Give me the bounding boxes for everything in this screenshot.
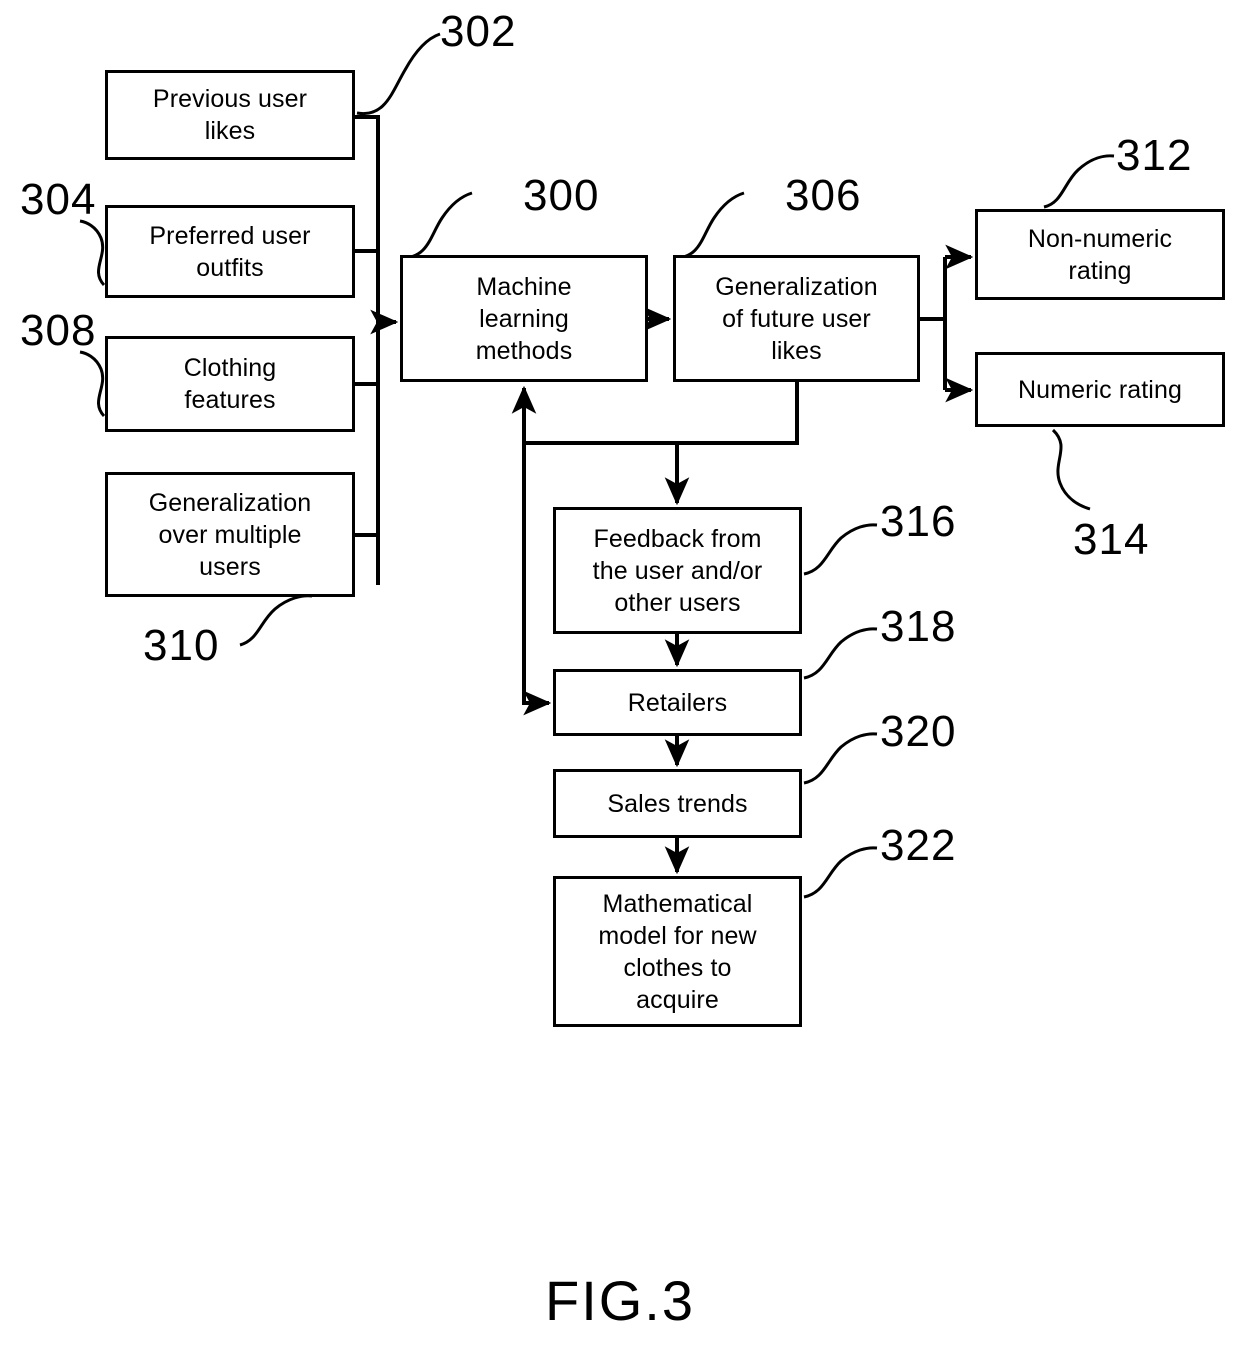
ref-numeral-304: 304 xyxy=(20,175,97,224)
leader-300 xyxy=(401,191,473,260)
box-previous-user-likes[interactable]: Previous user likes xyxy=(105,70,355,160)
leader-316 xyxy=(803,523,878,576)
box-mathematical-model[interactable]: Mathematical model for new clothes to ac… xyxy=(553,876,802,1027)
box-label-feedback-from-users: Feedback from the user and/or other user… xyxy=(592,524,763,617)
leader-306 xyxy=(674,191,745,260)
box-retailers[interactable]: Retailers xyxy=(553,669,802,736)
leader-302 xyxy=(356,32,441,116)
leader-322 xyxy=(803,846,878,899)
ref-numeral-318: 318 xyxy=(880,602,957,651)
leader-304 xyxy=(79,219,106,287)
box-label-retailers: Retailers xyxy=(627,688,728,717)
box-non-numeric-rating[interactable]: Non-numeric rating xyxy=(975,209,1225,300)
ref-numeral-314: 314 xyxy=(1073,515,1150,564)
ref-numeral-322: 322 xyxy=(880,821,957,870)
input-bus-trunk xyxy=(355,115,380,585)
ref-numeral-312: 312 xyxy=(1116,131,1193,180)
box-generalization-of-future-user-likes[interactable]: Generalization of future user likes xyxy=(673,255,920,382)
box-label-numeric-rating: Numeric rating xyxy=(1018,375,1182,404)
box-generalization-over-multiple-users[interactable]: Generalization over multiple users xyxy=(105,472,355,597)
box-label-previous-user-likes: Previous user likes xyxy=(152,85,308,145)
ref-numeral-310: 310 xyxy=(143,621,220,670)
box-machine-learning-methods[interactable]: Machine learning methods xyxy=(400,255,648,382)
box-preferred-user-outfits[interactable]: Preferred user outfits xyxy=(105,205,355,298)
ref-numeral-320: 320 xyxy=(880,707,957,756)
box-feedback-from-users[interactable]: Feedback from the user and/or other user… xyxy=(553,507,802,634)
box-label-machine-learning-methods: Machine learning methods xyxy=(475,272,573,365)
leader-312 xyxy=(1043,154,1115,209)
ref-numeral-316: 316 xyxy=(880,497,957,546)
leader-314 xyxy=(1051,428,1091,511)
ref-numeral-308: 308 xyxy=(20,306,97,355)
box-label-generalization-of-future-user-likes: Generalization of future user likes xyxy=(715,272,878,365)
box-label-generalization-over-multiple-users: Generalization over multiple users xyxy=(148,488,312,581)
ref-numeral-302: 302 xyxy=(440,7,517,56)
patent-figure-3: Previous user likes Preferred user outfi… xyxy=(0,0,1240,1346)
leader-320 xyxy=(803,732,878,785)
box-label-non-numeric-rating: Non-numeric rating xyxy=(1027,224,1173,285)
ref-numeral-300: 300 xyxy=(523,171,600,220)
leader-318 xyxy=(803,627,878,680)
arrow-generalization-to-feedback xyxy=(664,382,799,506)
box-sales-trends[interactable]: Sales trends xyxy=(553,769,802,838)
arrow-loop-to-retailers xyxy=(522,443,552,716)
figure-caption: FIG.3 xyxy=(544,1269,696,1332)
box-label-clothing-features: Clothing features xyxy=(183,354,277,414)
leader-310 xyxy=(239,594,313,647)
leader-308 xyxy=(79,350,106,418)
box-clothing-features[interactable]: Clothing features xyxy=(105,336,355,432)
box-numeric-rating[interactable]: Numeric rating xyxy=(975,352,1225,427)
box-label-sales-trends: Sales trends xyxy=(607,789,748,818)
box-label-mathematical-model: Mathematical model for new clothes to ac… xyxy=(598,889,757,1014)
ref-numeral-306: 306 xyxy=(785,171,862,220)
box-label-preferred-user-outfits: Preferred user outfits xyxy=(149,221,311,282)
